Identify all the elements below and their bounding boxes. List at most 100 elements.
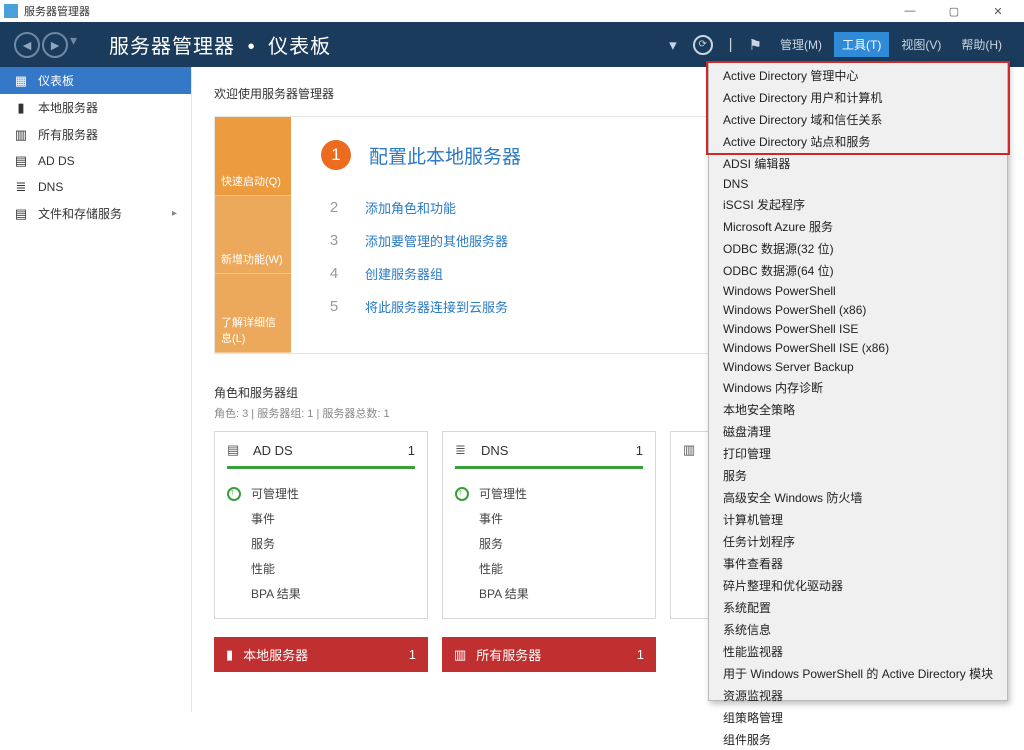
tools-menu-item[interactable]: 磁盘清理 xyxy=(709,420,1007,442)
sidebar-item-dashboard[interactable]: ▦ 仪表板 xyxy=(0,67,191,94)
tools-menu-item[interactable]: 高级安全 Windows 防火墙 xyxy=(709,486,1007,508)
tools-menu-item[interactable]: Windows Server Backup xyxy=(709,357,1007,376)
app-icon xyxy=(4,4,18,18)
sidebar-item-local-server[interactable]: ▮ 本地服务器 xyxy=(0,94,191,121)
minimize-button[interactable]: — xyxy=(888,0,932,22)
tools-menu-item[interactable]: 事件查看器 xyxy=(709,552,1007,574)
sidebar-item-label: DNS xyxy=(38,180,63,194)
status-bar xyxy=(227,466,415,469)
status-bar xyxy=(455,466,643,469)
tile-row-manageability[interactable]: 可管理性 xyxy=(455,481,643,506)
menu-view[interactable]: 视图(V) xyxy=(893,36,949,53)
sidebar-item-label: 文件和存储服务 xyxy=(38,205,122,222)
tools-menu-item[interactable]: ODBC 数据源(64 位) xyxy=(709,259,1007,281)
tools-menu-item[interactable]: Windows 内存诊断 xyxy=(709,376,1007,398)
tools-menu-item[interactable]: 性能监视器 xyxy=(709,640,1007,662)
red-tile-local[interactable]: ▮ 本地服务器 1 xyxy=(214,637,428,672)
breadcrumb-app: 服务器管理器 xyxy=(109,36,235,58)
breadcrumb-page: 仪表板 xyxy=(268,36,331,58)
tile-title: 本地服务器 xyxy=(243,645,308,664)
step-text: 将此服务器连接到云服务 xyxy=(365,297,508,316)
qs-tab-learn[interactable]: 了解详细信息(L) xyxy=(215,274,291,353)
tile-row-events[interactable]: 事件 xyxy=(455,506,643,531)
tile-title: 所有服务器 xyxy=(476,645,541,664)
tools-menu-item[interactable]: 任务计划程序 xyxy=(709,530,1007,552)
tile-partial[interactable]: ▥ xyxy=(670,431,710,619)
servers-icon: ▥ xyxy=(683,442,695,458)
tools-menu-item[interactable]: 计算机管理 xyxy=(709,508,1007,530)
step-number: 2 xyxy=(321,194,347,220)
sidebar-item-all-servers[interactable]: ▥ 所有服务器 xyxy=(0,121,191,148)
tools-menu-item[interactable]: Active Directory 用户和计算机 xyxy=(709,86,1007,108)
storage-icon: ▤ xyxy=(14,206,28,222)
tile-row-bpa[interactable]: BPA 结果 xyxy=(455,581,643,606)
qs-tab-new[interactable]: 新增功能(W) xyxy=(215,196,291,275)
menu-manage[interactable]: 管理(M) xyxy=(772,36,830,53)
tile-row-events[interactable]: 事件 xyxy=(227,506,415,531)
nav-back-button[interactable]: ◄ xyxy=(14,32,40,58)
maximize-button[interactable]: ▢ xyxy=(932,0,976,22)
tile-row-services[interactable]: 服务 xyxy=(455,531,643,556)
tools-menu-item[interactable]: 碎片整理和优化驱动器 xyxy=(709,574,1007,596)
breadcrumb: 服务器管理器 • 仪表板 xyxy=(109,30,663,59)
tile-row-services[interactable]: 服务 xyxy=(227,531,415,556)
tools-menu-item[interactable]: 资源监视器 xyxy=(709,684,1007,706)
nav-forward-button[interactable]: ► xyxy=(42,32,68,58)
tile-title: AD DS xyxy=(253,443,408,458)
tools-menu-item[interactable]: iSCSI 发起程序 xyxy=(709,193,1007,215)
tools-menu-item[interactable]: 组策略管理 xyxy=(709,706,1007,728)
tools-menu-item[interactable]: Active Directory 站点和服务 xyxy=(709,130,1007,152)
tools-menu-item[interactable]: DNS xyxy=(709,174,1007,193)
separator-icon: | xyxy=(723,36,739,53)
tools-menu-item[interactable]: 服务 xyxy=(709,464,1007,486)
tools-menu-item[interactable]: 用于 Windows PowerShell 的 Active Directory… xyxy=(709,662,1007,684)
sidebar-item-adds[interactable]: ▤ AD DS xyxy=(0,148,191,174)
tools-menu-item[interactable]: Active Directory 管理中心 xyxy=(709,64,1007,86)
sidebar-item-label: AD DS xyxy=(38,154,75,168)
tile-title: DNS xyxy=(481,443,636,458)
dropdown-icon[interactable]: ▾ xyxy=(663,36,683,54)
tools-menu-item[interactable]: Microsoft Azure 服务 xyxy=(709,215,1007,237)
server-icon: ▮ xyxy=(14,100,28,116)
servers-icon: ▥ xyxy=(454,647,466,663)
red-tile-all[interactable]: ▥ 所有服务器 1 xyxy=(442,637,656,672)
tools-menu-item[interactable]: 本地安全策略 xyxy=(709,398,1007,420)
tile-row-performance[interactable]: 性能 xyxy=(227,556,415,581)
tools-menu-item[interactable]: Windows PowerShell (x86) xyxy=(709,300,1007,319)
tools-menu-item[interactable]: ADSI 编辑器 xyxy=(709,152,1007,174)
chevron-right-icon: ▸ xyxy=(172,208,177,219)
step-text: 添加要管理的其他服务器 xyxy=(365,231,508,250)
tile-dns[interactable]: ≣ DNS 1 可管理性 事件 服务 性能 BPA 结果 xyxy=(442,431,656,619)
flag-icon[interactable]: ⚑ xyxy=(743,36,768,54)
tile-row-performance[interactable]: 性能 xyxy=(455,556,643,581)
menu-help[interactable]: 帮助(H) xyxy=(953,36,1010,53)
step-text: 添加角色和功能 xyxy=(365,198,456,217)
adds-icon: ▤ xyxy=(227,442,243,458)
dns-icon: ≣ xyxy=(455,442,471,458)
tools-menu-item[interactable]: 系统信息 xyxy=(709,618,1007,640)
tools-menu-item[interactable]: Windows PowerShell ISE (x86) xyxy=(709,338,1007,357)
menu-tools[interactable]: 工具(T) xyxy=(834,32,889,57)
tools-menu-item[interactable]: Active Directory 域和信任关系 xyxy=(709,108,1007,130)
sidebar-item-dns[interactable]: ≣ DNS xyxy=(0,174,191,200)
dns-icon: ≣ xyxy=(14,179,28,195)
window-title: 服务器管理器 xyxy=(24,3,888,19)
step-number: 5 xyxy=(321,293,347,319)
tools-menu-item[interactable]: Windows PowerShell xyxy=(709,281,1007,300)
dashboard-icon: ▦ xyxy=(14,73,28,89)
tile-adds[interactable]: ▤ AD DS 1 可管理性 事件 服务 性能 BPA 结果 xyxy=(214,431,428,619)
sidebar-item-file-storage[interactable]: ▤ 文件和存储服务 ▸ xyxy=(0,200,191,227)
tile-row-manageability[interactable]: 可管理性 xyxy=(227,481,415,506)
tools-menu-item[interactable]: 组件服务 xyxy=(709,728,1007,750)
tile-count: 1 xyxy=(408,443,415,458)
tools-menu-item[interactable]: 系统配置 xyxy=(709,596,1007,618)
tools-menu-item[interactable]: Windows PowerShell ISE xyxy=(709,319,1007,338)
close-button[interactable]: ✕ xyxy=(976,0,1020,22)
tools-menu-item[interactable]: 打印管理 xyxy=(709,442,1007,464)
sidebar-item-label: 所有服务器 xyxy=(38,126,98,143)
tile-row-bpa[interactable]: BPA 结果 xyxy=(227,581,415,606)
dash-icon: ▾ xyxy=(70,32,77,58)
refresh-icon[interactable]: ⟳ xyxy=(687,34,719,55)
tools-menu-item[interactable]: ODBC 数据源(32 位) xyxy=(709,237,1007,259)
qs-tab-quick[interactable]: 快速启动(Q) xyxy=(215,117,291,196)
